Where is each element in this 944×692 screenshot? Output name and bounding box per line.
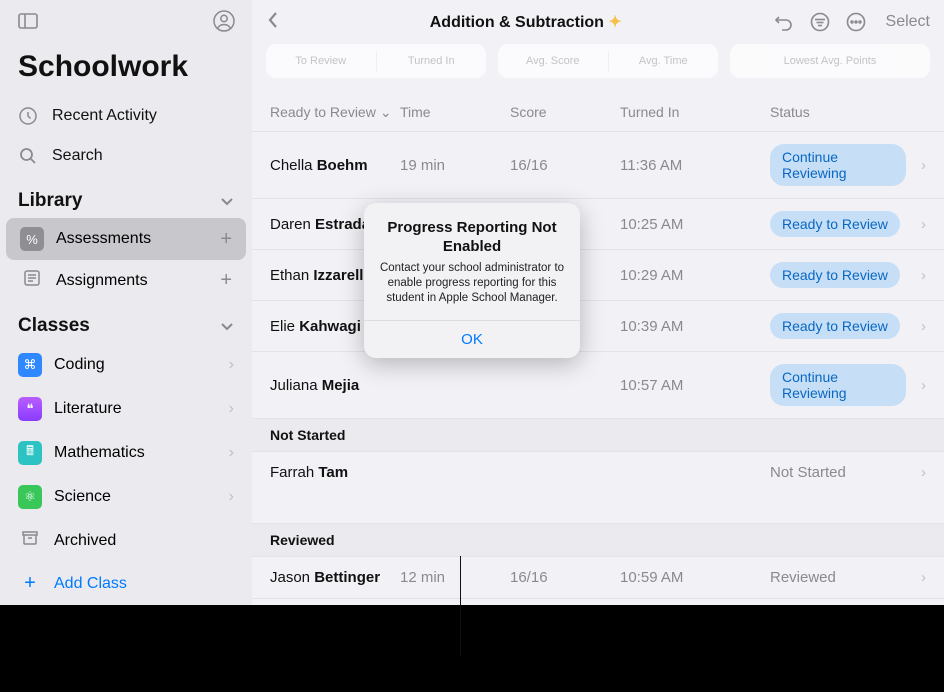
library-header[interactable]: Library xyxy=(0,176,252,218)
add-assignment-icon[interactable]: + xyxy=(220,269,232,292)
chevron-right-icon: › xyxy=(906,267,926,284)
class-label: Archived xyxy=(54,532,116,550)
chevron-down-icon xyxy=(220,315,234,337)
nav-recent-activity[interactable]: Recent Activity xyxy=(0,96,252,136)
section-not-started: Not Started xyxy=(252,418,944,451)
table-row[interactable]: Ethan Izzarelli11 min10:29 AMReady to Re… xyxy=(252,249,944,300)
search-icon xyxy=(18,146,38,166)
nav-label: Recent Activity xyxy=(52,107,157,125)
undo-icon[interactable] xyxy=(772,10,796,34)
table-row[interactable]: Jason Bettinger12 min16/1610:59 AMReview… xyxy=(252,556,944,598)
chevron-right-icon: › xyxy=(906,157,926,174)
col-header-score[interactable]: Score xyxy=(510,104,620,121)
table-row[interactable]: Farrah TamNot Started› xyxy=(252,451,944,493)
literature-icon: ❝ xyxy=(18,397,42,421)
class-item-literature[interactable]: ❝ Literature › xyxy=(0,387,252,431)
table-row[interactable]: Chella Boehm19 min16/1611:36 AMContinue … xyxy=(252,131,944,198)
back-button[interactable] xyxy=(266,10,280,35)
summary-card-lowest[interactable]: Lowest Avg. Points xyxy=(730,44,930,78)
class-label: Literature xyxy=(54,400,122,418)
callout-line xyxy=(460,556,461,656)
chevron-right-icon: › xyxy=(906,377,926,394)
nav-label: Search xyxy=(52,147,103,165)
app-title: Schoolwork xyxy=(0,42,252,96)
nav-search[interactable]: Search xyxy=(0,136,252,176)
summary-card-avg[interactable]: Avg. Score Avg. Time xyxy=(498,44,718,78)
progress-reporting-modal: Progress Reporting Not Enabled Contact y… xyxy=(364,203,580,357)
table-row[interactable]: Brian Cook21 min15/1611:32 AMReviewed› xyxy=(252,598,944,605)
page-title: Addition & Subtraction ✦ xyxy=(292,12,760,32)
table-header: Ready to Review⌄ Time Score Turned In St… xyxy=(252,90,944,131)
status-text: Reviewed xyxy=(770,569,836,586)
archive-icon xyxy=(18,529,42,552)
plus-icon: + xyxy=(18,572,42,595)
chevron-right-icon: › xyxy=(229,356,234,374)
col-header-status[interactable]: Status xyxy=(770,104,906,121)
section-reviewed: Reviewed xyxy=(252,523,944,556)
library-item-label: Assessments xyxy=(56,230,151,248)
select-button[interactable]: Select xyxy=(880,13,930,31)
list-icon xyxy=(20,269,44,292)
library-item-assignments[interactable]: Assignments + xyxy=(6,260,246,301)
sparkle-icon: ✦ xyxy=(608,14,621,31)
class-label: Mathematics xyxy=(54,444,145,462)
class-item-science[interactable]: ⚛ Science › xyxy=(0,475,252,519)
math-icon: 🖩 xyxy=(18,441,42,465)
modal-title: Progress Reporting Not Enabled xyxy=(376,219,568,257)
class-item-coding[interactable]: ⌘ Coding › xyxy=(0,343,252,387)
status-pill[interactable]: Continue Reviewing xyxy=(770,144,906,186)
library-item-assessments[interactable]: % Assessments + xyxy=(6,218,246,260)
status-pill[interactable]: Ready to Review xyxy=(770,211,900,237)
science-icon: ⚛ xyxy=(18,485,42,509)
chevron-right-icon: › xyxy=(906,464,926,481)
status-pill[interactable]: Continue Reviewing xyxy=(770,364,906,406)
table-row[interactable]: Daren Estrada12 min10:25 AMReady to Revi… xyxy=(252,198,944,249)
table-row[interactable]: Elie Kahwagi10:39 AMReady to Review› xyxy=(252,300,944,351)
main-content: Addition & Subtraction ✦ Select To Revie… xyxy=(252,0,944,605)
chevron-right-icon: › xyxy=(906,216,926,233)
clock-icon xyxy=(18,106,38,126)
chevron-right-icon: › xyxy=(906,318,926,335)
col-header-name[interactable]: Ready to Review⌄ xyxy=(270,104,400,121)
add-class-label: Add Class xyxy=(54,575,127,593)
col-header-time[interactable]: Time xyxy=(400,104,510,121)
modal-ok-button[interactable]: OK xyxy=(364,320,580,358)
chevron-right-icon: › xyxy=(906,569,926,586)
class-label: Coding xyxy=(54,356,105,374)
coding-icon: ⌘ xyxy=(18,353,42,377)
filter-icon[interactable] xyxy=(808,10,832,34)
class-item-archived[interactable]: Archived xyxy=(0,519,252,562)
add-assessment-icon[interactable]: + xyxy=(220,228,232,251)
status-pill[interactable]: Ready to Review xyxy=(770,313,900,339)
more-icon[interactable] xyxy=(844,10,868,34)
summary-card-review[interactable]: To Review Turned In xyxy=(266,44,486,78)
table-row[interactable]: Juliana Mejia10:57 AMContinue Reviewing› xyxy=(252,351,944,418)
percent-icon: % xyxy=(20,227,44,251)
chevron-down-icon xyxy=(220,190,234,212)
class-item-mathematics[interactable]: 🖩 Mathematics › xyxy=(0,431,252,475)
sidebar: Schoolwork Recent Activity Search Librar… xyxy=(0,0,252,605)
library-item-label: Assignments xyxy=(56,272,148,290)
chevron-right-icon: › xyxy=(229,488,234,506)
modal-message: Contact your school administrator to ena… xyxy=(376,261,568,306)
student-table: Ready to Review⌄ Time Score Turned In St… xyxy=(252,90,944,605)
status-pill[interactable]: Ready to Review xyxy=(770,262,900,288)
summary-cards: To Review Turned In Avg. Score Avg. Time… xyxy=(252,44,944,90)
chevron-right-icon: › xyxy=(229,400,234,418)
col-header-turned-in[interactable]: Turned In xyxy=(620,104,770,121)
classes-header[interactable]: Classes xyxy=(0,301,252,343)
class-label: Science xyxy=(54,488,111,506)
add-class-button[interactable]: + Add Class xyxy=(0,562,252,605)
account-icon[interactable] xyxy=(212,9,236,33)
status-text: Not Started xyxy=(770,464,846,481)
sidebar-toggle-icon[interactable] xyxy=(16,9,40,33)
chevron-down-icon: ⌄ xyxy=(380,104,392,121)
chevron-right-icon: › xyxy=(229,444,234,462)
